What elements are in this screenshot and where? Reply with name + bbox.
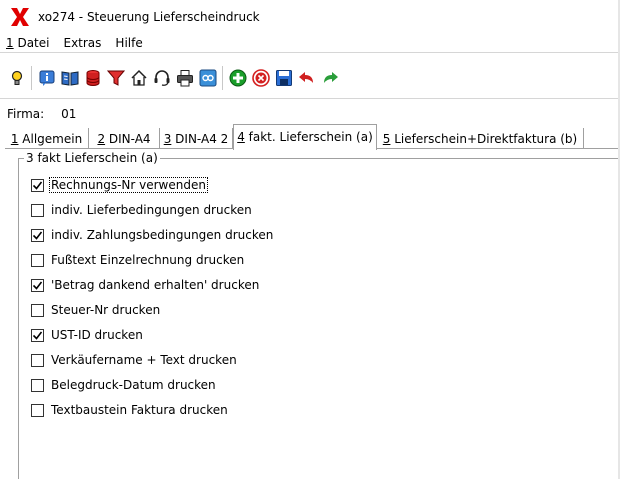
checkbox-zahlungsbedingungen[interactable]: indiv. Zahlungsbedingungen drucken <box>31 227 274 243</box>
app-logo-icon <box>11 7 29 26</box>
headset-icon[interactable] <box>150 66 173 90</box>
toolbar <box>0 60 620 96</box>
checkbox-label: Belegdruck-Datum drucken <box>51 378 216 392</box>
tab-din-a4-2[interactable]: 3 DIN-A4 2 <box>160 128 233 149</box>
checkbox-box[interactable] <box>31 203 44 217</box>
delete-icon[interactable] <box>249 66 272 90</box>
toolbar-separator <box>222 66 223 90</box>
checkbox-label: 'Betrag dankend erhalten' drucken <box>51 278 260 292</box>
checkbox-label: UST-ID drucken <box>51 328 143 342</box>
checkbox-box[interactable] <box>31 178 44 192</box>
link-icon[interactable] <box>196 66 219 90</box>
checkbox-label: Fußtext Einzelrechnung drucken <box>51 253 245 267</box>
company-label: Firma: <box>7 107 45 121</box>
checkbox-rechnungs-nr[interactable]: Rechnungs-Nr verwenden <box>31 177 208 193</box>
menu-extras[interactable]: Extras <box>63 36 101 50</box>
tab-fakt-lieferschein[interactable]: 4 fakt. Lieferschein (a) <box>233 124 377 150</box>
tab-lieferschein-direktfaktura[interactable]: 5 Lieferschein+Direktfaktura (b) <box>377 128 584 149</box>
checkmark-icon <box>33 331 42 340</box>
checkbox-label: Textbaustein Faktura drucken <box>51 403 228 417</box>
checkbox-box[interactable] <box>31 303 44 317</box>
undo-icon[interactable] <box>295 66 318 90</box>
groupbox-title: 3 fakt Lieferschein (a) <box>24 151 160 165</box>
checkbox-box[interactable] <box>31 403 44 417</box>
checkbox-ust-id[interactable]: UST-ID drucken <box>31 327 144 343</box>
toolbar-separator-line <box>0 98 620 99</box>
book-icon[interactable] <box>58 66 81 90</box>
checkbox-label: Verkäufername + Text drucken <box>51 353 237 367</box>
checkbox-box[interactable] <box>31 228 44 242</box>
info-icon[interactable] <box>35 66 58 90</box>
toolbar-separator <box>31 66 32 90</box>
checkmark-icon <box>33 181 42 190</box>
menu-datei[interactable]: 1 Datei <box>6 36 49 50</box>
redo-icon[interactable] <box>318 66 341 90</box>
printer-icon[interactable] <box>173 66 196 90</box>
add-icon[interactable] <box>226 66 249 90</box>
checkbox-label: Rechnungs-Nr verwenden <box>49 177 208 193</box>
checkbox-label: Steuer-Nr drucken <box>51 303 161 317</box>
checkmark-icon <box>33 281 42 290</box>
checkbox-box[interactable] <box>31 353 44 367</box>
tab-strip: 1 Allgemein 2 DIN-A4 3 DIN-A4 2 4 fakt. … <box>5 124 620 150</box>
save-icon[interactable] <box>272 66 295 90</box>
database-icon[interactable] <box>81 66 104 90</box>
home-icon[interactable] <box>127 66 150 90</box>
menu-bar: 1 Datei Extras Hilfe <box>0 33 620 52</box>
checkbox-box[interactable] <box>31 278 44 292</box>
title-bar: xo274 - Steuerung Lieferscheindruck <box>0 0 620 33</box>
checkbox-label: indiv. Lieferbedingungen drucken <box>51 203 252 217</box>
company-value: 01 <box>61 107 77 121</box>
checkbox-belegdruck-datum[interactable]: Belegdruck-Datum drucken <box>31 377 217 393</box>
lightbulb-icon[interactable] <box>5 66 28 90</box>
checkbox-betrag-dankend[interactable]: 'Betrag dankend erhalten' drucken <box>31 277 260 293</box>
checkbox-steuer-nr[interactable]: Steuer-Nr drucken <box>31 302 161 318</box>
menu-hilfe[interactable]: Hilfe <box>115 36 142 50</box>
checkbox-box[interactable] <box>31 253 44 267</box>
checkbox-verkaeufername[interactable]: Verkäufername + Text drucken <box>31 352 238 368</box>
tab-din-a4[interactable]: 2 DIN-A4 <box>89 128 160 149</box>
checkbox-textbaustein[interactable]: Textbaustein Faktura drucken <box>31 402 229 418</box>
company-field: Firma: 01 <box>7 107 76 121</box>
checkbox-lieferbedingungen[interactable]: indiv. Lieferbedingungen drucken <box>31 202 253 218</box>
checkbox-label: indiv. Zahlungsbedingungen drucken <box>51 228 274 242</box>
checkmark-icon <box>33 231 42 240</box>
window-title: xo274 - Steuerung Lieferscheindruck <box>38 9 260 24</box>
menu-separator <box>0 52 620 53</box>
checkbox-fusstext[interactable]: Fußtext Einzelrechnung drucken <box>31 252 245 268</box>
checkbox-box[interactable] <box>31 328 44 342</box>
checkbox-box[interactable] <box>31 378 44 392</box>
filter-icon[interactable] <box>104 66 127 90</box>
tab-allgemein[interactable]: 1 Allgemein <box>5 128 89 149</box>
